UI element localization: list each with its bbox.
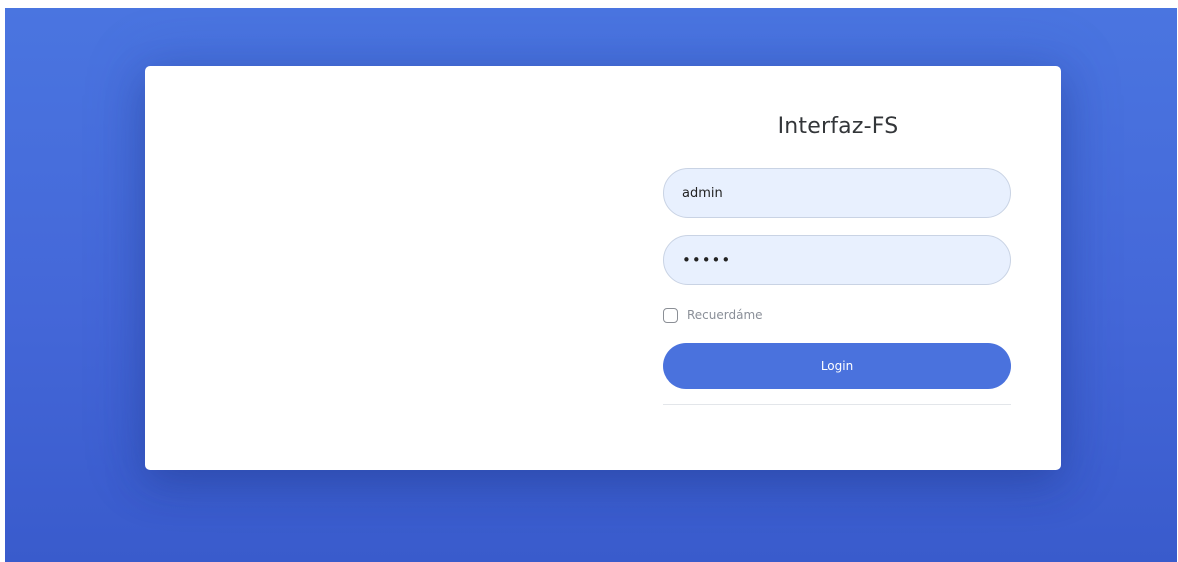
remember-me-checkbox[interactable] <box>663 307 678 323</box>
login-button[interactable]: Login <box>663 343 1011 389</box>
username-field[interactable] <box>663 168 1011 218</box>
form-divider <box>663 404 1011 405</box>
remember-me-label[interactable]: Recuerdáme <box>687 308 763 322</box>
login-form: Interfaz-FS Recuerdáme Login <box>663 66 1013 470</box>
password-field[interactable] <box>663 235 1011 285</box>
app-title: Interfaz-FS <box>777 114 899 139</box>
illustration-panel <box>145 66 603 470</box>
remember-me-row[interactable]: Recuerdáme <box>663 307 763 323</box>
login-card: Interfaz-FS Recuerdáme Login <box>145 66 1061 470</box>
page-background: Interfaz-FS Recuerdáme Login <box>5 8 1177 562</box>
